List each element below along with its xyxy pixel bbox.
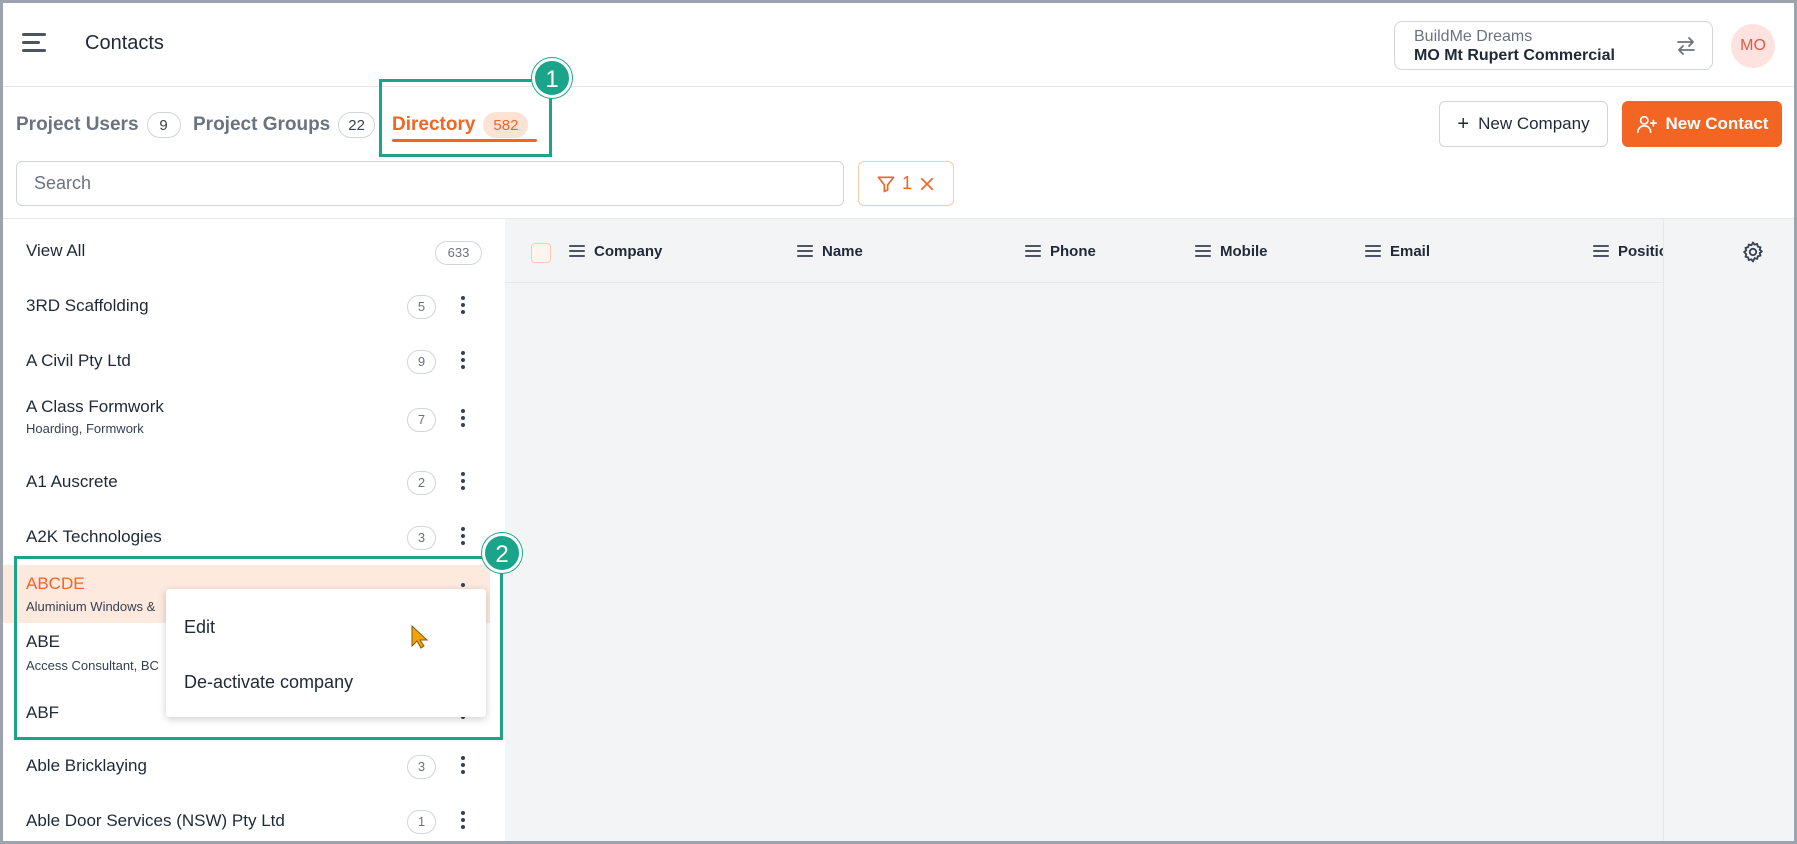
tab-label: Project Groups [193,114,331,135]
list-item[interactable]: Able Bricklaying 3 [0,739,490,793]
count-badge: 5 [407,295,436,319]
more-options-icon[interactable] [459,409,467,431]
project-switcher[interactable]: BuildMe Dreams MO Mt Rupert Commercial [1394,21,1713,70]
column-label: Name [822,242,863,260]
tab-count-badge: 9 [146,112,181,138]
list-item[interactable]: A1 Auscrete 2 [0,455,490,509]
funnel-icon [877,176,895,192]
company-name: Able Bricklaying [26,756,147,775]
column-menu-icon [569,245,585,257]
close-icon[interactable] [918,175,936,193]
app-header: Contacts BuildMe Dreams MO Mt Rupert Com… [0,0,1797,87]
column-label: Mobile [1220,242,1268,260]
company-name: Able Door Services (NSW) Pty Ltd [26,811,285,830]
select-all-checkbox[interactable] [531,243,551,263]
more-options-icon[interactable] [459,351,467,373]
new-company-label: New Company [1478,114,1590,133]
column-menu-icon [1025,245,1041,257]
hamburger-icon[interactable] [22,33,46,53]
list-item[interactable]: Able Door Services (NSW) Pty Ltd 1 [0,794,490,844]
column-label: Email [1390,242,1431,260]
tab-project-groups[interactable]: Project Groups 22 [193,108,375,142]
project-name: MO Mt Rupert Commercial [1414,47,1615,64]
column-header-name[interactable]: Name [797,219,863,283]
new-contact-label: New Contact [1665,114,1769,133]
more-options-icon[interactable] [459,527,467,549]
tab-label: Project Users [16,114,139,135]
count-badge: 3 [407,526,436,550]
pinned-column-divider [1663,219,1664,844]
column-label: Positio [1618,242,1669,260]
annotation-box-2 [14,556,503,740]
column-header-phone[interactable]: Phone [1025,219,1096,283]
swap-arrows-icon[interactable] [1674,34,1698,58]
plus-icon: + [1457,112,1470,135]
gear-icon[interactable] [1741,240,1765,264]
annotation-badge-2: 2 [482,533,522,573]
count-badge: 7 [407,408,436,432]
list-item-label: View All [26,241,86,260]
column-header-company[interactable]: Company [569,219,662,283]
column-label: Company [594,242,663,260]
list-item[interactable]: A Civil Pty Ltd 9 [0,334,490,388]
column-menu-icon [1365,245,1381,257]
avatar[interactable]: MO [1731,24,1775,68]
more-options-icon[interactable] [459,811,467,833]
column-menu-icon [1195,245,1211,257]
list-item[interactable]: A Class Formwork Hoarding, Formwork 7 [0,389,490,451]
column-menu-icon [1593,245,1609,257]
column-header-position[interactable]: Positio [1593,219,1668,283]
filter-count: 1 [901,173,912,193]
filter-button[interactable]: 1 [858,161,954,206]
list-item-view-all[interactable]: View All 633 [0,225,490,279]
company-sidebar: View All 633 3RD Scaffolding 5 A Civil P… [0,219,505,844]
contacts-grid: Company Name Phone Mobile Email Positio [505,219,1797,844]
page-title: Contacts [85,32,164,54]
new-company-button[interactable]: + New Company [1439,101,1608,147]
company-trades: Hoarding, Formwork [26,421,144,436]
tab-count-badge: 22 [338,112,375,138]
add-user-icon [1636,115,1657,134]
pinned-column-area [1663,219,1797,283]
annotation-box-1 [379,79,552,157]
column-label: Phone [1050,242,1096,260]
new-contact-button[interactable]: New Contact [1622,101,1782,147]
tab-project-users[interactable]: Project Users 9 [16,108,181,142]
company-name: A1 Auscrete [26,472,118,491]
list-item[interactable]: 3RD Scaffolding 5 [0,279,490,333]
count-badge: 2 [407,471,436,495]
column-menu-icon [797,245,813,257]
company-name: A Class Formwork [26,397,164,416]
grid-header: Company Name Phone Mobile Email Positio [505,219,1797,283]
search-input[interactable] [16,161,844,206]
column-header-email[interactable]: Email [1365,219,1430,283]
company-name: A2K Technologies [26,527,162,546]
more-options-icon[interactable] [459,756,467,778]
company-name: A Civil Pty Ltd [26,351,131,370]
column-header-mobile[interactable]: Mobile [1195,219,1268,283]
count-badge: 633 [435,241,482,265]
more-options-icon[interactable] [459,472,467,494]
company-name: 3RD Scaffolding [26,296,149,315]
count-badge: 9 [407,350,436,374]
count-badge: 1 [407,810,436,834]
project-org: BuildMe Dreams [1414,28,1533,45]
count-badge: 3 [407,755,436,779]
more-options-icon[interactable] [459,296,467,318]
annotation-badge-1: 1 [532,58,572,98]
